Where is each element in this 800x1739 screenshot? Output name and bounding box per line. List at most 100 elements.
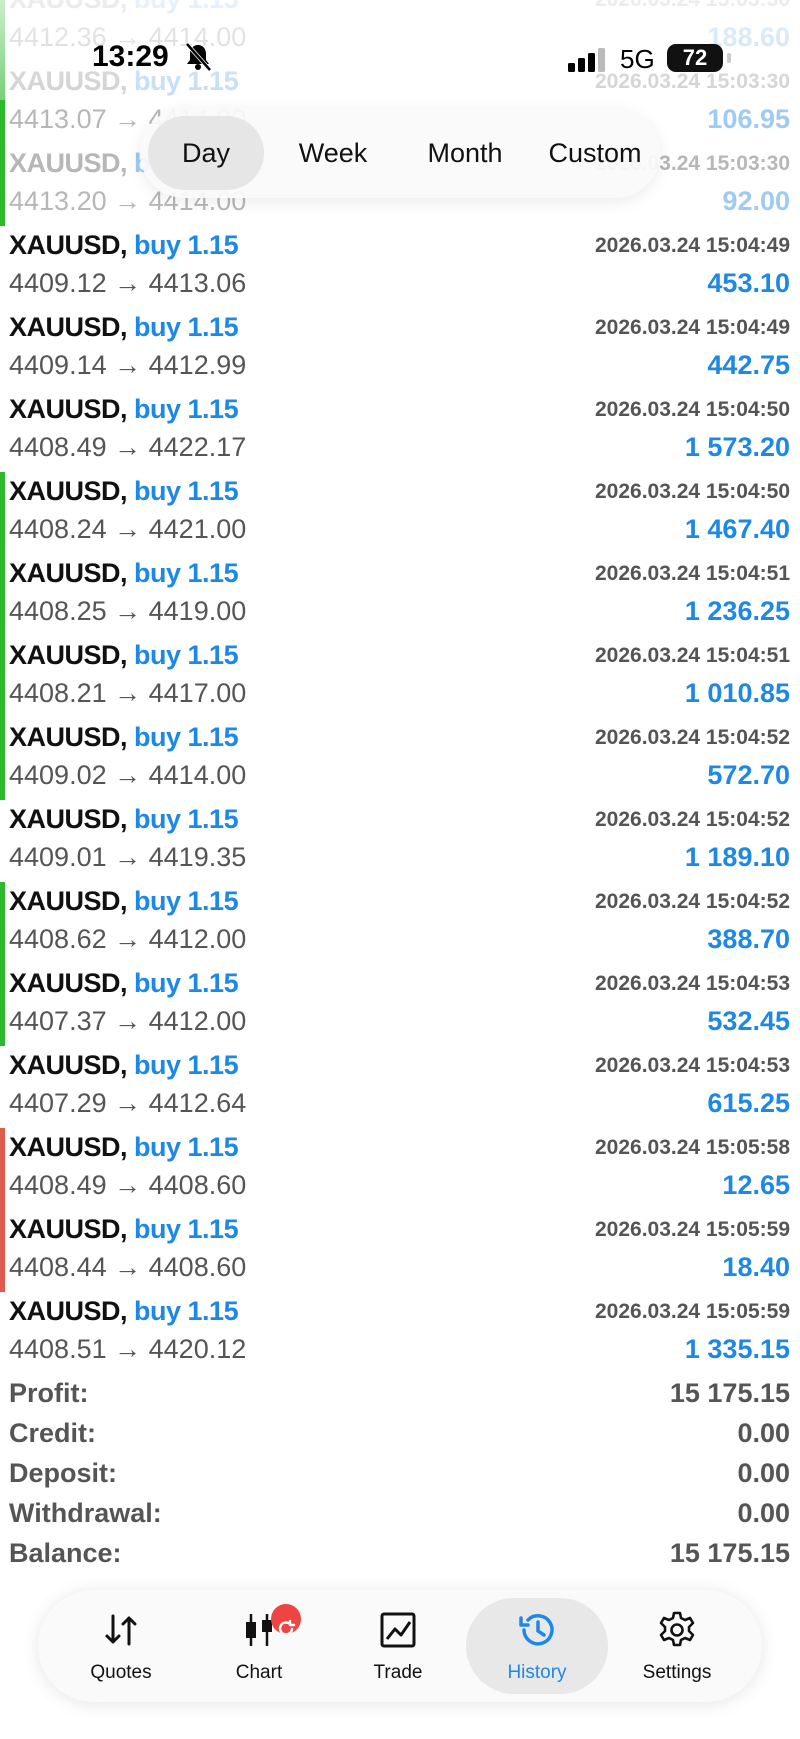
summary-value: 0.00: [737, 1458, 790, 1488]
symbol-name: XAUUSD,: [9, 886, 128, 916]
trade-profit: 12.65: [722, 1170, 790, 1200]
arrow-icon: →: [114, 760, 142, 790]
period-tab-custom[interactable]: Custom: [532, 116, 658, 190]
trade-row[interactable]: XAUUSD, buy 1.15 2026.03.24 15:04:49 4409.…: [0, 226, 800, 308]
trade-profit: 453.10: [707, 268, 790, 298]
trade-symbol: XAUUSD, buy 1.15: [9, 722, 239, 753]
trade-symbol: XAUUSD, buy 1.15: [9, 1296, 239, 1327]
trade-side-volume: buy 1.15: [134, 1214, 239, 1244]
battery-indicator: 72: [667, 44, 731, 72]
trade-prices: 4408.24 → 4421.00: [9, 514, 246, 545]
close-price: 4420.12: [148, 1334, 247, 1364]
period-tab-week[interactable]: Week: [270, 116, 396, 190]
trade-profit: 442.75: [707, 350, 790, 380]
trade-profit: 106.95: [707, 104, 790, 134]
tab-history-label: History: [507, 1662, 567, 1683]
close-price: 4422.17: [148, 432, 247, 462]
close-price: 4408.60: [148, 1252, 247, 1282]
trade-prices: 4408.25 → 4419.00: [9, 596, 246, 627]
trade-prices: 4408.44 → 4408.60: [9, 1252, 246, 1283]
symbol-name: XAUUSD,: [9, 312, 128, 342]
tab-settings-label: Settings: [642, 1662, 712, 1683]
trade-profit: 532.45: [707, 1006, 790, 1036]
trade-prices: 4409.01 → 4419.35: [9, 842, 246, 873]
symbol-name: XAUUSD,: [9, 1214, 128, 1244]
tab-history[interactable]: History: [466, 1598, 608, 1694]
trade-row[interactable]: XAUUSD, buy 1.15 2026.03.24 15:04:50 4408.…: [0, 472, 800, 554]
trade-side-volume: buy 1.15: [134, 1296, 239, 1326]
trade-prices: 4407.37 → 4412.00: [9, 1006, 246, 1037]
bell-muted-icon: [185, 42, 212, 72]
close-price: 4412.00: [148, 1006, 247, 1036]
summary-row: Withdrawal: 0.00: [9, 1498, 790, 1538]
close-price: 4419.35: [148, 842, 247, 872]
close-price: 4412.00: [148, 924, 247, 954]
trade-row[interactable]: XAUUSD, buy 1.15 2026.03.24 15:04:49 4409.…: [0, 308, 800, 390]
period-tab-month[interactable]: Month: [402, 116, 528, 190]
tab-chart[interactable]: Chart: [188, 1598, 330, 1694]
trade-status-marker: [0, 144, 5, 226]
trade-profit: 572.70: [707, 760, 790, 790]
trade-status-marker: [0, 472, 5, 554]
summary-row: Deposit: 0.00: [9, 1458, 790, 1498]
trade-row[interactable]: XAUUSD, buy 1.15 2026.03.24 15:05:58 4408.…: [0, 1128, 800, 1210]
arrow-icon: →: [114, 842, 142, 872]
summary-row: Balance: 15 175.15: [9, 1538, 790, 1578]
trade-status-marker: [0, 554, 5, 636]
trade-time: 2026.03.24 15:05:58: [595, 1136, 790, 1159]
symbol-name: XAUUSD,: [9, 722, 128, 752]
trade-row[interactable]: XAUUSD, buy 1.15 2026.03.24 15:04:52 4408.…: [0, 882, 800, 964]
trade-side-volume: buy 1.15: [134, 230, 239, 260]
arrow-icon: →: [114, 1088, 142, 1118]
trade-row[interactable]: XAUUSD, buy 1.15 2026.03.24 15:04:50 4408.…: [0, 390, 800, 472]
trade-row[interactable]: XAUUSD, buy 1.15 2026.03.24 15:05:59 4408.…: [0, 1210, 800, 1292]
period-tab-day[interactable]: Day: [148, 116, 264, 190]
trade-side-volume: buy 1.15: [134, 640, 239, 670]
arrow-icon: →: [114, 596, 142, 626]
tab-quotes[interactable]: Quotes: [50, 1598, 192, 1694]
trade-symbol: XAUUSD, buy 1.15: [9, 1050, 239, 1081]
trade-time: 2026.03.24 15:04:49: [595, 316, 790, 339]
open-price: 4409.01: [9, 842, 107, 872]
close-price: 4419.00: [148, 596, 247, 626]
tab-settings[interactable]: Settings: [606, 1598, 748, 1694]
summary-label: Deposit:: [9, 1458, 117, 1488]
close-price: 4412.99: [148, 350, 247, 380]
symbol-name: XAUUSD,: [9, 1296, 128, 1326]
trade-row[interactable]: XAUUSD, buy 1.15 2026.03.24 15:04:52 4409.…: [0, 800, 800, 882]
trade-row[interactable]: XAUUSD, buy 1.15 2026.03.24 15:05:59 4408.…: [0, 1292, 800, 1374]
trade-row[interactable]: XAUUSD, buy 1.15 2026.03.24 15:04:52 4409.…: [0, 718, 800, 800]
history-icon: [519, 1614, 554, 1646]
trade-row[interactable]: XAUUSD, buy 1.15 2026.03.24 15:04:51 4408.…: [0, 636, 800, 718]
summary-label: Profit:: [9, 1378, 89, 1408]
trade-time: 2026.03.24 15:04:49: [595, 234, 790, 257]
tab-trade-label: Trade: [373, 1662, 423, 1683]
chart-refresh-badge: [271, 1604, 301, 1636]
open-price: 4413.20: [9, 186, 107, 216]
tab-trade[interactable]: Trade: [327, 1598, 469, 1694]
open-price: 4407.29: [9, 1088, 107, 1118]
summary-label: Credit:: [9, 1418, 96, 1448]
trade-time: 2026.03.24 15:04:52: [595, 808, 790, 831]
trade-time: 2026.03.24 15:04:53: [595, 1054, 790, 1077]
summary-label: Withdrawal:: [9, 1498, 162, 1528]
arrow-icon: →: [114, 1006, 142, 1036]
symbol-name: XAUUSD,: [9, 640, 128, 670]
arrow-icon: →: [114, 350, 142, 380]
trade-symbol: XAUUSD, buy 1.15: [9, 230, 239, 261]
close-price: 4408.60: [148, 1170, 247, 1200]
trade-status-marker: [0, 964, 5, 1046]
trade-side-volume: buy 1.15: [134, 722, 239, 752]
trade-symbol: XAUUSD, buy 1.15: [9, 394, 239, 425]
open-price: 4413.07: [9, 104, 107, 134]
trade-row[interactable]: XAUUSD, buy 1.15 2026.03.24 15:04:53 4407.…: [0, 964, 800, 1046]
close-price: 4413.06: [148, 268, 247, 298]
arrow-icon: →: [114, 678, 142, 708]
trade-row[interactable]: XAUUSD, buy 1.15 2026.03.24 15:04:51 4408.…: [0, 554, 800, 636]
trade-profit: 18.40: [722, 1252, 790, 1282]
open-price: 4408.49: [9, 1170, 107, 1200]
trade-prices: 4407.29 → 4412.64: [9, 1088, 246, 1119]
symbol-name: XAUUSD,: [9, 804, 128, 834]
trade-symbol: XAUUSD, buy 1.15: [9, 804, 239, 835]
trade-row[interactable]: XAUUSD, buy 1.15 2026.03.24 15:04:53 4407.…: [0, 1046, 800, 1128]
